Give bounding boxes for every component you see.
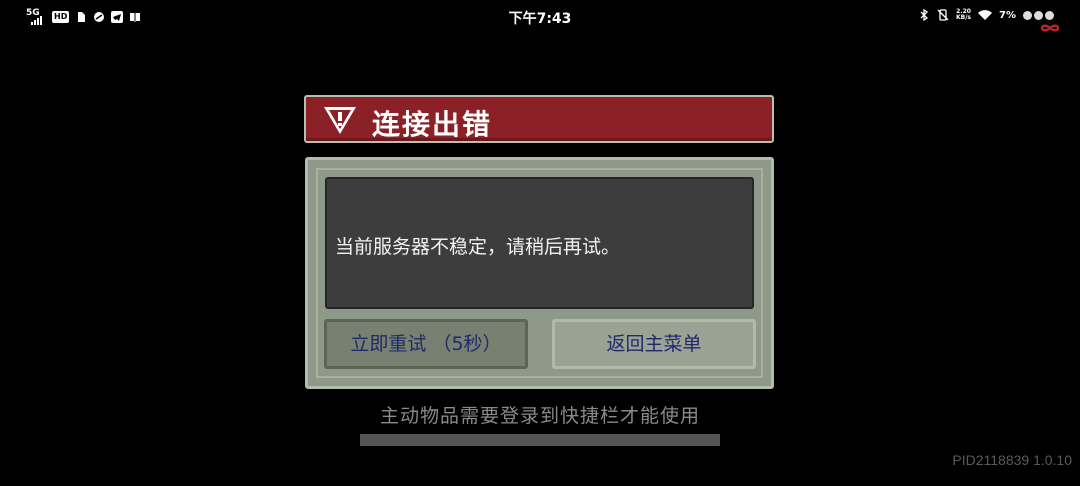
hint-underline-bar xyxy=(360,434,720,446)
main-menu-button[interactable]: 返回主菜单 xyxy=(552,319,756,369)
warning-icon xyxy=(324,107,356,134)
dialog-title-bar: 连接出错 xyxy=(304,95,774,143)
dialog-title: 连接出错 xyxy=(372,108,493,141)
version-label: PID2118839 1.0.10 xyxy=(952,452,1072,468)
dialog-message: 当前服务器不稳定，请稍后再试。 xyxy=(335,236,621,258)
more-dots-icon xyxy=(1023,10,1054,20)
network-speed: 2.20 KB/s xyxy=(956,9,971,21)
status-icons-right: 2.20 KB/s 7% xyxy=(918,9,1054,21)
message-box: 当前服务器不稳定，请稍后再试。 xyxy=(325,177,754,309)
hint-text: 主动物品需要登录到快捷栏才能使用 xyxy=(379,405,700,427)
status-bar: 5G HD 下午7:43 2.20 KB/s 7% xyxy=(0,0,1080,36)
wifi-icon xyxy=(978,10,993,20)
red-loop-icon xyxy=(1040,24,1060,32)
battery-percent: 7% xyxy=(999,9,1016,21)
bluetooth-icon xyxy=(920,9,929,21)
network-speed-unit: KB/s xyxy=(956,14,972,21)
vibrate-off-icon xyxy=(937,9,949,21)
retry-button[interactable]: 立即重试 （5秒） xyxy=(324,319,528,369)
